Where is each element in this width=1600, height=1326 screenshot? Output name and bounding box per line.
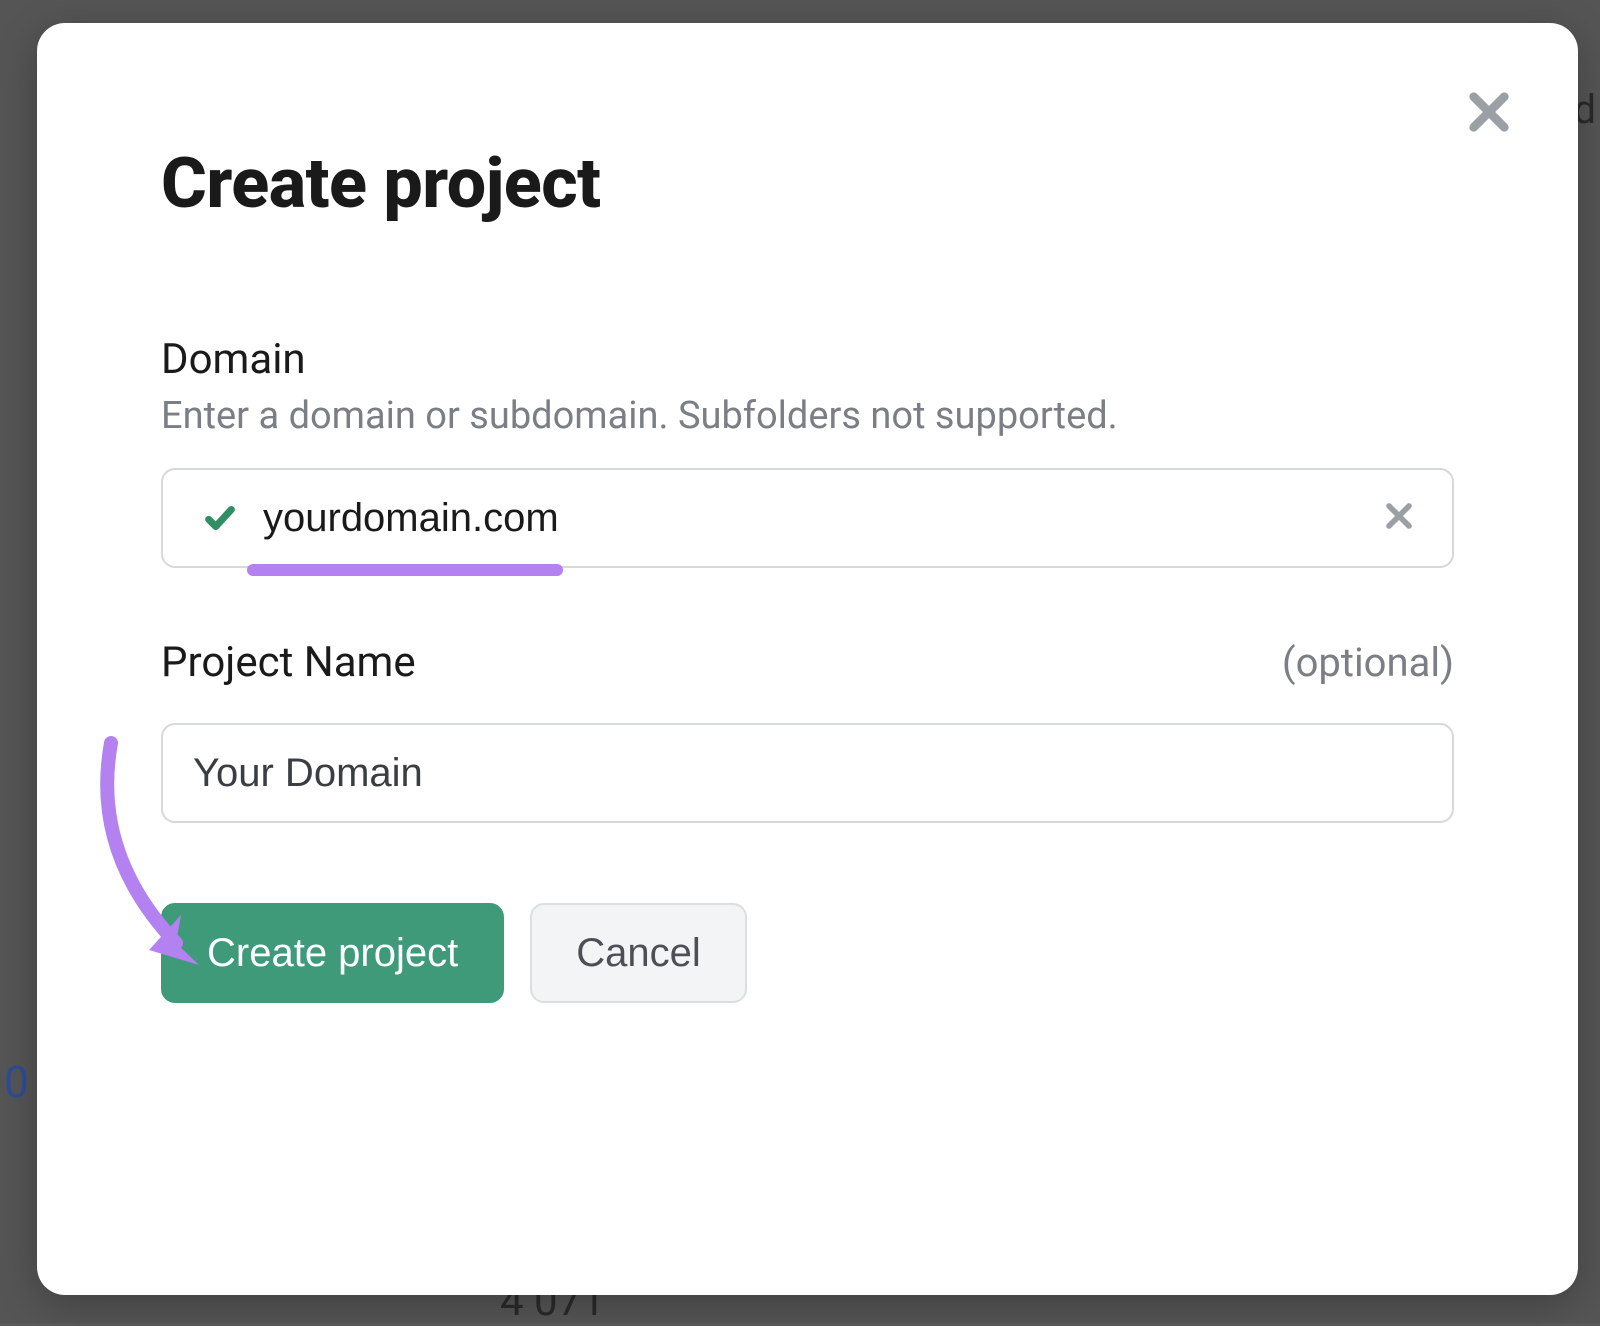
cancel-button[interactable]: Cancel	[530, 903, 747, 1003]
x-icon	[1384, 501, 1414, 531]
create-project-modal: Create project Domain Enter a domain or …	[37, 23, 1578, 1295]
project-name-input[interactable]	[161, 723, 1454, 823]
project-name-label-row: Project Name (optional)	[161, 638, 1454, 697]
domain-help-text: Enter a domain or subdomain. Subfolders …	[161, 394, 1454, 438]
create-project-button[interactable]: Create project	[161, 903, 504, 1003]
modal-title: Create project	[161, 143, 1454, 225]
checkmark-icon	[203, 501, 237, 535]
background-fragment-left: 0	[4, 1056, 29, 1108]
project-name-optional: (optional)	[1282, 639, 1454, 686]
project-name-label: Project Name	[161, 638, 416, 687]
annotation-underline	[247, 564, 563, 576]
domain-label: Domain	[161, 335, 1454, 384]
button-row: Create project Cancel	[161, 903, 1454, 1003]
clear-domain-button[interactable]	[1384, 501, 1418, 535]
close-icon	[1466, 89, 1512, 135]
close-button[interactable]	[1462, 85, 1516, 139]
project-name-field-group: Project Name (optional)	[161, 638, 1454, 823]
domain-input[interactable]	[161, 468, 1454, 568]
domain-field-group: Domain Enter a domain or subdomain. Subf…	[161, 335, 1454, 568]
domain-input-wrap	[161, 468, 1454, 568]
